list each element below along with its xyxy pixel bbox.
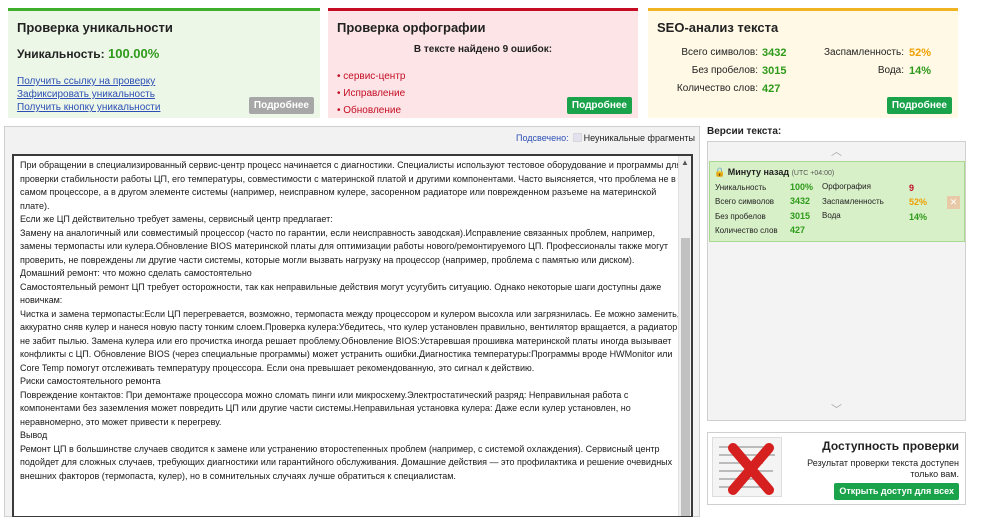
spelling-title: Проверка орфографии — [337, 20, 486, 35]
version-water-value: 14% — [909, 212, 928, 222]
get-button-link[interactable]: Получить кнопку уникальности — [17, 101, 160, 114]
version-spam-value: 52% — [909, 197, 928, 207]
lock-icon: 🔒 — [714, 167, 726, 177]
restricted-document-icon — [712, 437, 782, 497]
version-uniq-label: Уникальность — [715, 183, 767, 192]
spelling-error-item[interactable]: сервис-центр — [337, 68, 405, 85]
text-paragraph: Чистка и замена термопасты:Если ЦП перег… — [20, 308, 680, 373]
highlight-legend: Подсвечено: Неуникальные фрагменты — [516, 133, 695, 143]
version-spam-label: Заспамленность — [822, 197, 884, 206]
availability-text: Результат проверки текста доступен тольк… — [807, 458, 959, 479]
seo-value: 3015 — [762, 65, 787, 77]
get-link-link[interactable]: Получить ссылку на проверку — [17, 75, 160, 88]
page-root: Проверка уникальности Уникальность: 100.… — [0, 0, 986, 517]
seo-value: 14% — [909, 65, 932, 77]
scroll-thumb[interactable] — [681, 238, 690, 516]
version-words-value: 427 — [790, 225, 806, 235]
versions-down-chevron-icon[interactable]: ﹀ — [708, 402, 965, 418]
scroll-up-arrow-icon[interactable]: ▲ — [681, 158, 689, 167]
version-header: 🔒 Минуту назад (UTC +04:00) — [714, 167, 834, 178]
seo-title: SEO-анализ текста — [657, 20, 779, 35]
versions-list: ︿ 🔒 Минуту назад (UTC +04:00) Уникальнос… — [707, 141, 966, 421]
highlight-swatch — [572, 133, 582, 142]
text-paragraph: Если же ЦП действительно требует замены,… — [20, 214, 333, 224]
uniqueness-title: Проверка уникальности — [17, 20, 173, 35]
text-paragraph: При обращении в специализированный серви… — [20, 160, 682, 211]
uniqueness-label: Уникальность: — [17, 47, 105, 61]
seo-label: Без пробелов: — [691, 65, 758, 76]
version-nospace-label: Без пробелов — [715, 212, 766, 221]
text-content[interactable]: При обращении в специализированный серви… — [20, 159, 684, 483]
seo-row: Без пробелов: 3015 Вода: 14% — [648, 65, 958, 83]
open-access-button[interactable]: Открыть доступ для всех — [834, 483, 959, 500]
red-x-icon — [728, 443, 774, 495]
text-paragraph: Замену на аналогичный или совместимый пр… — [20, 227, 668, 265]
uniqueness-more-button[interactable]: Подробнее — [248, 97, 314, 114]
text-scrollbar[interactable]: ▲ — [678, 156, 691, 516]
seo-label: Количество слов: — [676, 83, 758, 94]
uniqueness-row: Уникальность: 100.00% — [17, 46, 159, 61]
text-paragraph: Домашний ремонт: что можно сделать самос… — [20, 268, 252, 278]
text-paragraph: Повреждение контактов: При демонтаже про… — [20, 389, 631, 427]
version-uniq-value: 100% — [790, 182, 814, 192]
uniqueness-panel: Проверка уникальности Уникальность: 100.… — [8, 8, 320, 118]
version-timezone: (UTC +04:00) — [791, 170, 835, 177]
version-nospace-value: 3015 — [790, 211, 811, 221]
seo-label: Заспамленность: — [823, 47, 904, 58]
seo-row: Всего символов: 3432 Заспамленность: 52% — [648, 47, 958, 65]
version-words-label: Количество слов — [715, 226, 778, 235]
version-time: Минуту назад — [727, 167, 790, 177]
spelling-error-list: сервис-центр Исправление Обновление — [337, 68, 405, 119]
spelling-panel: Проверка орфографии В тексте найдено 9 о… — [328, 8, 638, 118]
fix-uniqueness-link[interactable]: Зафиксировать уникальность — [17, 88, 160, 101]
versions-up-chevron-icon[interactable]: ︿ — [708, 144, 965, 160]
text-editor[interactable]: При обращении в специализированный серви… — [12, 154, 693, 517]
text-paragraph: Ремонт ЦП в большинстве случаев сводится… — [20, 443, 673, 481]
seo-value: 427 — [762, 83, 781, 95]
version-chars-value: 3432 — [790, 196, 811, 206]
spelling-more-button[interactable]: Подробнее — [566, 97, 632, 114]
text-paragraph: Вывод — [20, 430, 48, 440]
seo-value: 3432 — [762, 47, 787, 59]
version-spell-value: 9 — [909, 183, 915, 193]
version-water-label: Вода — [822, 211, 841, 220]
highlight-legend-text: Неуникальные фрагменты — [583, 133, 695, 143]
highlight-label: Подсвечено: — [516, 133, 569, 143]
version-item[interactable]: 🔒 Минуту назад (UTC +04:00) Уникальность… — [709, 161, 965, 242]
seo-stats: Всего символов: 3432 Заспамленность: 52%… — [648, 47, 958, 101]
text-panel: Подсвечено: Неуникальные фрагменты При об… — [4, 126, 700, 517]
seo-value: 52% — [909, 47, 932, 59]
spelling-error-item[interactable]: Исправление — [337, 85, 405, 102]
seo-label: Всего символов: — [681, 47, 758, 58]
availability-title: Доступность проверки — [822, 439, 959, 453]
version-spell-label: Орфография — [822, 182, 871, 191]
version-chars-label: Всего символов — [715, 197, 775, 206]
availability-box: Доступность проверки Результат проверки … — [707, 432, 966, 505]
spelling-summary: В тексте найдено 9 ошибок: — [413, 44, 553, 55]
version-delete-close-icon[interactable]: ✕ — [947, 196, 960, 209]
text-paragraph: Риски самостоятельного ремонта — [20, 376, 161, 386]
uniqueness-value: 100.00% — [108, 46, 160, 61]
seo-panel: SEO-анализ текста Всего символов: 3432 З… — [648, 8, 958, 118]
text-paragraph: Самостоятельный ремонт ЦП требует осторо… — [20, 281, 662, 306]
seo-more-button[interactable]: Подробнее — [886, 97, 952, 114]
spelling-error-item[interactable]: Обновление — [337, 102, 405, 119]
versions-title: Версии текста: — [707, 126, 782, 137]
uniqueness-links: Получить ссылку на проверку Зафиксироват… — [17, 75, 160, 114]
seo-label: Вода: — [877, 65, 904, 76]
